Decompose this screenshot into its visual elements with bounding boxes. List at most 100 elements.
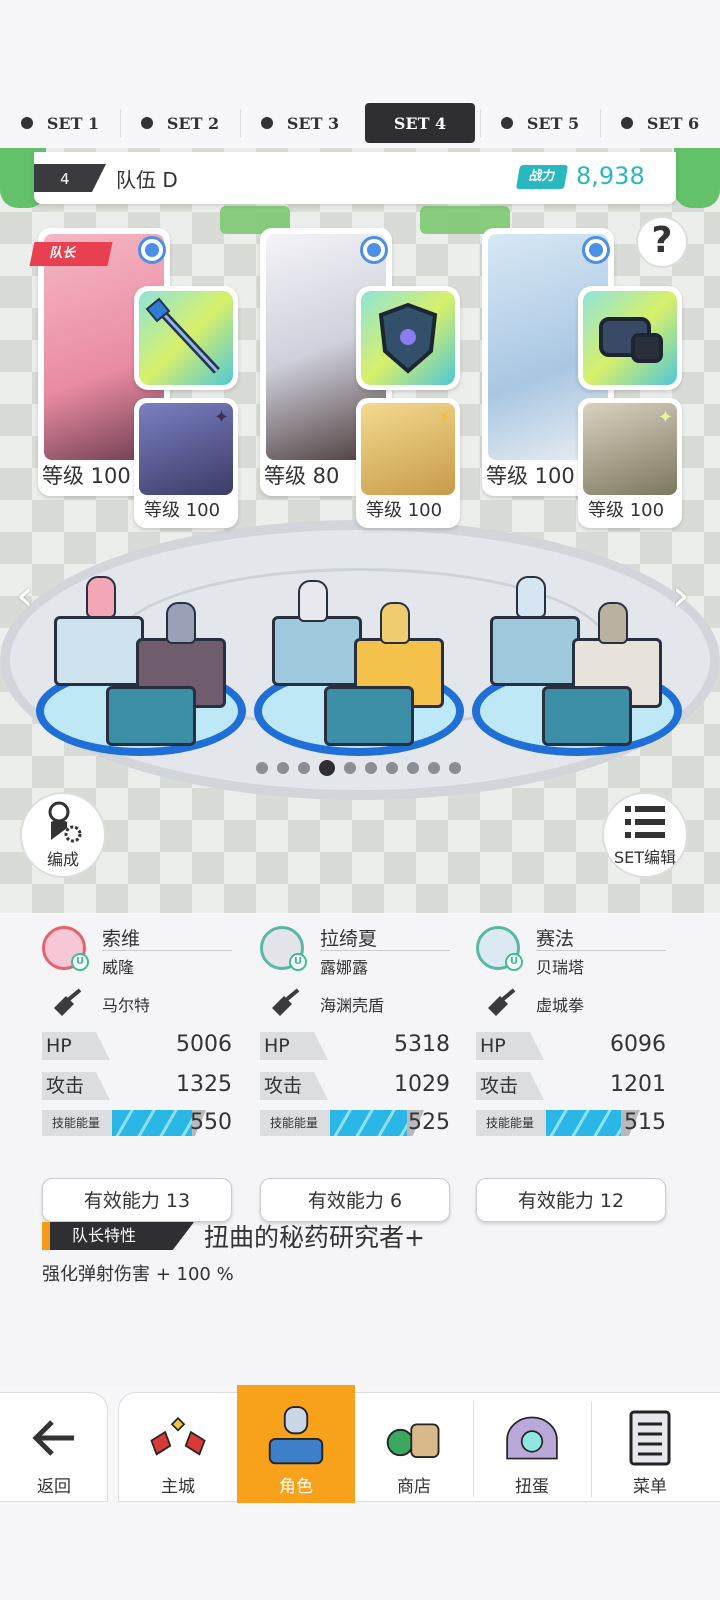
power-value: 8,938 <box>576 162 645 190</box>
chibi-sprite <box>298 580 328 622</box>
back-button[interactable]: 返回 <box>0 1392 108 1502</box>
page-dot[interactable] <box>449 762 461 774</box>
support-card[interactable]: ✦ 等级 100 <box>578 398 682 528</box>
page-dot[interactable] <box>256 762 268 774</box>
shop-icon <box>384 1408 444 1468</box>
skill-energy-fill <box>330 1110 408 1136</box>
team-number: 4 <box>60 170 70 188</box>
page-dot[interactable] <box>386 762 398 774</box>
tab-set-5[interactable]: SET 5 <box>480 103 600 143</box>
nav-shop-label: 商店 <box>397 1477 431 1497</box>
equipment-card[interactable] <box>356 286 460 390</box>
back-item: 返回 <box>0 1393 108 1503</box>
nav-character-label: 角色 <box>279 1477 313 1497</box>
support-level: 等级 100 <box>588 500 665 521</box>
formation-pedestal-2[interactable] <box>254 580 464 766</box>
hp-row: HP 6096 <box>476 1032 666 1060</box>
page-dot[interactable] <box>344 762 356 774</box>
skill-energy-label: 技能能量 <box>42 1110 112 1136</box>
effective-ability-button[interactable]: 有效能力 13 <box>42 1178 232 1222</box>
set-edit-label: SET编辑 <box>613 848 677 867</box>
divider <box>536 950 666 951</box>
gacha-icon <box>502 1408 562 1468</box>
set-edit-button[interactable]: SET编辑 <box>602 792 688 878</box>
hero-avatar[interactable]: U <box>260 926 307 971</box>
nav-character[interactable]: 角色 <box>237 1385 355 1503</box>
hp-label: HP <box>42 1032 110 1060</box>
skill-energy-row: 技能能量 525 <box>260 1110 450 1138</box>
effective-ability-button[interactable]: 有效能力 6 <box>260 1178 450 1222</box>
pedestal-block <box>106 686 196 746</box>
skill-energy-value: 515 <box>624 1110 666 1135</box>
skill-energy-label: 技能能量 <box>476 1110 546 1136</box>
attack-row: 攻击 1201 <box>476 1072 666 1100</box>
nav-castle-label: 主城 <box>161 1477 195 1497</box>
nav-gacha-label: 扭蛋 <box>515 1477 549 1497</box>
chibi-sprite <box>516 576 546 618</box>
hedge-decoration <box>674 148 720 208</box>
nav-gacha[interactable]: 扭蛋 <box>473 1393 591 1503</box>
skill-energy-value: 525 <box>408 1110 450 1135</box>
nav-shop[interactable]: 商店 <box>355 1393 473 1503</box>
unique-badge-icon: U <box>71 953 89 971</box>
spark-icon: ✦ <box>657 407 673 428</box>
menu-icon <box>620 1408 680 1468</box>
attack-value: 1325 <box>176 1072 232 1097</box>
unique-badge-icon: U <box>505 953 523 971</box>
selected-radio-icon <box>360 236 388 264</box>
dot-icon <box>620 117 633 129</box>
support-card[interactable]: ✦ 等级 100 <box>134 398 238 528</box>
tab-set-1[interactable]: SET 1 <box>0 103 120 143</box>
next-arrow-icon[interactable]: › <box>672 570 690 621</box>
hero-avatar[interactable]: U <box>476 926 523 971</box>
page-dot[interactable] <box>277 762 289 774</box>
leader-trait-name: 扭曲的秘药研究者+ <box>204 1223 425 1252</box>
skill-energy-fill <box>546 1110 622 1136</box>
edit-formation-button[interactable]: 编成 <box>20 792 106 878</box>
hero-avatar[interactable]: U <box>42 926 89 971</box>
effective-ability-button[interactable]: 有效能力 12 <box>476 1178 666 1222</box>
page-dot[interactable] <box>428 762 440 774</box>
leader-trait-tag: 队长特性 <box>42 1222 194 1250</box>
tab-set-6[interactable]: SET 6 <box>600 103 720 143</box>
leader-trait-description: 强化弹射伤害 + 100 % <box>42 1264 234 1285</box>
attack-value: 1029 <box>394 1072 450 1097</box>
formation-pedestal-3[interactable] <box>472 576 682 766</box>
attack-row: 攻击 1029 <box>260 1072 450 1100</box>
castle-icon <box>148 1408 208 1468</box>
member-slot-1[interactable]: 队长 等级 100 ✦ 等级 100 <box>29 228 238 528</box>
support-portrait: ⚡ <box>361 403 455 495</box>
hp-row: HP 5006 <box>42 1032 232 1060</box>
page-indicator <box>256 760 461 776</box>
tab-set-3[interactable]: SET 3 <box>240 103 360 143</box>
tab-set-4[interactable]: SET 4 <box>365 103 475 143</box>
hero-stats-panel: U 索维 威隆 马尔特 HP 5006 攻击 1325 技能能量 550 有效能… <box>0 916 720 1386</box>
chibi-sprite <box>380 602 410 644</box>
nav-castle[interactable]: 主城 <box>119 1393 237 1503</box>
hero-name: 赛法 <box>536 928 575 950</box>
divider <box>102 950 232 951</box>
hp-value: 6096 <box>610 1032 666 1057</box>
formation-pedestal-1[interactable] <box>36 576 246 766</box>
weapon-name: 海渊壳盾 <box>320 996 385 1015</box>
support-name: 贝瑞塔 <box>536 958 585 977</box>
member-slot-2[interactable]: 等级 80 ⚡ 等级 100 <box>260 228 460 528</box>
support-portrait: ✦ <box>139 403 233 495</box>
page-dot[interactable] <box>407 762 419 774</box>
edit-formation-label: 编成 <box>46 850 79 869</box>
tab-set-2[interactable]: SET 2 <box>120 103 240 143</box>
page-dot[interactable] <box>319 760 335 776</box>
equipment-card[interactable] <box>578 286 682 390</box>
chibi-sprite <box>166 602 196 644</box>
arrow-left-icon <box>24 1408 84 1468</box>
page-dot[interactable] <box>365 762 377 774</box>
pedestal-block <box>272 616 362 686</box>
previous-arrow-icon[interactable]: ‹ <box>16 570 34 621</box>
attack-label: 攻击 <box>476 1072 544 1100</box>
support-card[interactable]: ⚡ 等级 100 <box>356 398 460 528</box>
equipment-card[interactable] <box>134 286 238 390</box>
member-slot-3[interactable]: 等级 100 ✦ 等级 100 <box>482 228 682 528</box>
support-level: 等级 100 <box>366 500 443 521</box>
nav-menu[interactable]: 菜单 <box>591 1393 709 1503</box>
page-dot[interactable] <box>298 762 310 774</box>
